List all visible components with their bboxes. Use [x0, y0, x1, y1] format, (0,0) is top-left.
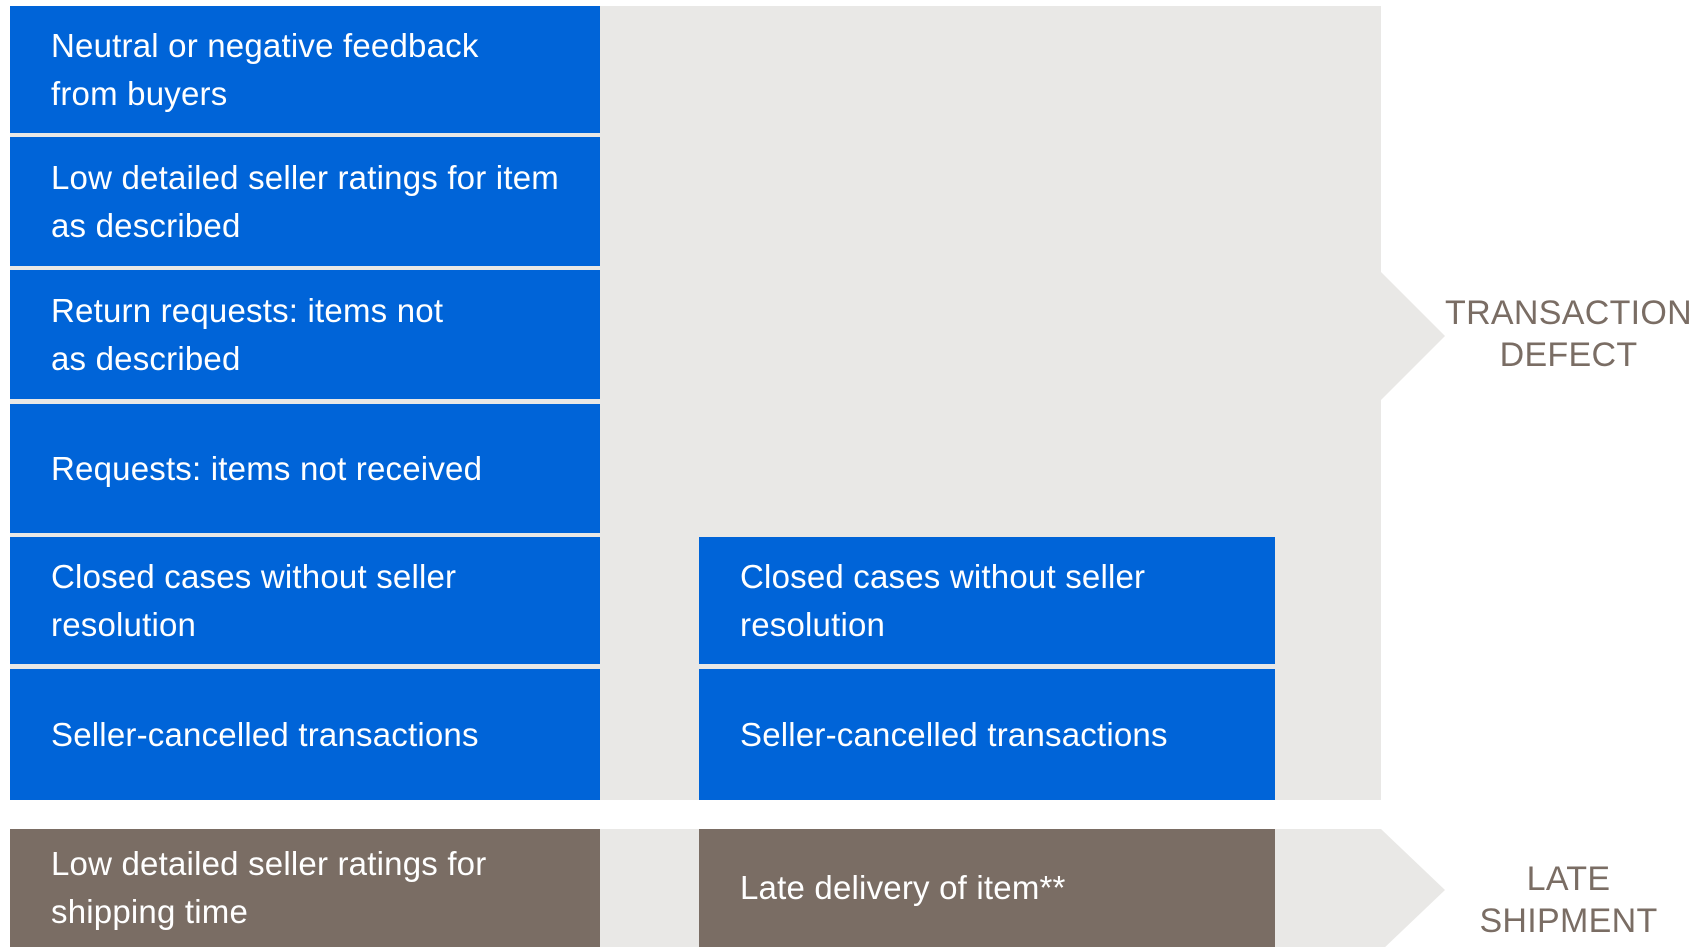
left-item-return-requests-not-as-described: Return requests: items not as described	[10, 270, 600, 399]
left-item-low-dsr-shipping-time: Low detailed seller ratings for shipping…	[10, 829, 600, 947]
right-item-seller-cancelled: Seller-cancelled transactions	[699, 669, 1275, 800]
transaction-defect-label: TRANSACTION DEFECT	[1445, 294, 1692, 374]
left-item-low-dsr-item-as-described: Low detailed seller ratings for item as …	[10, 137, 600, 266]
left-item-seller-cancelled: Seller-cancelled transactions	[10, 669, 600, 800]
right-item-late-delivery: Late delivery of item**	[699, 829, 1275, 947]
left-item-requests-not-received: Requests: items not received	[10, 404, 600, 533]
right-item-closed-cases: Closed cases without seller resolution	[699, 537, 1275, 664]
left-item-neutral-negative-feedback: Neutral or negative feedback from buyers	[10, 6, 600, 133]
left-item-closed-cases: Closed cases without seller resolution	[10, 537, 600, 664]
late-shipment-label: LATE SHIPMENT	[1479, 860, 1658, 940]
